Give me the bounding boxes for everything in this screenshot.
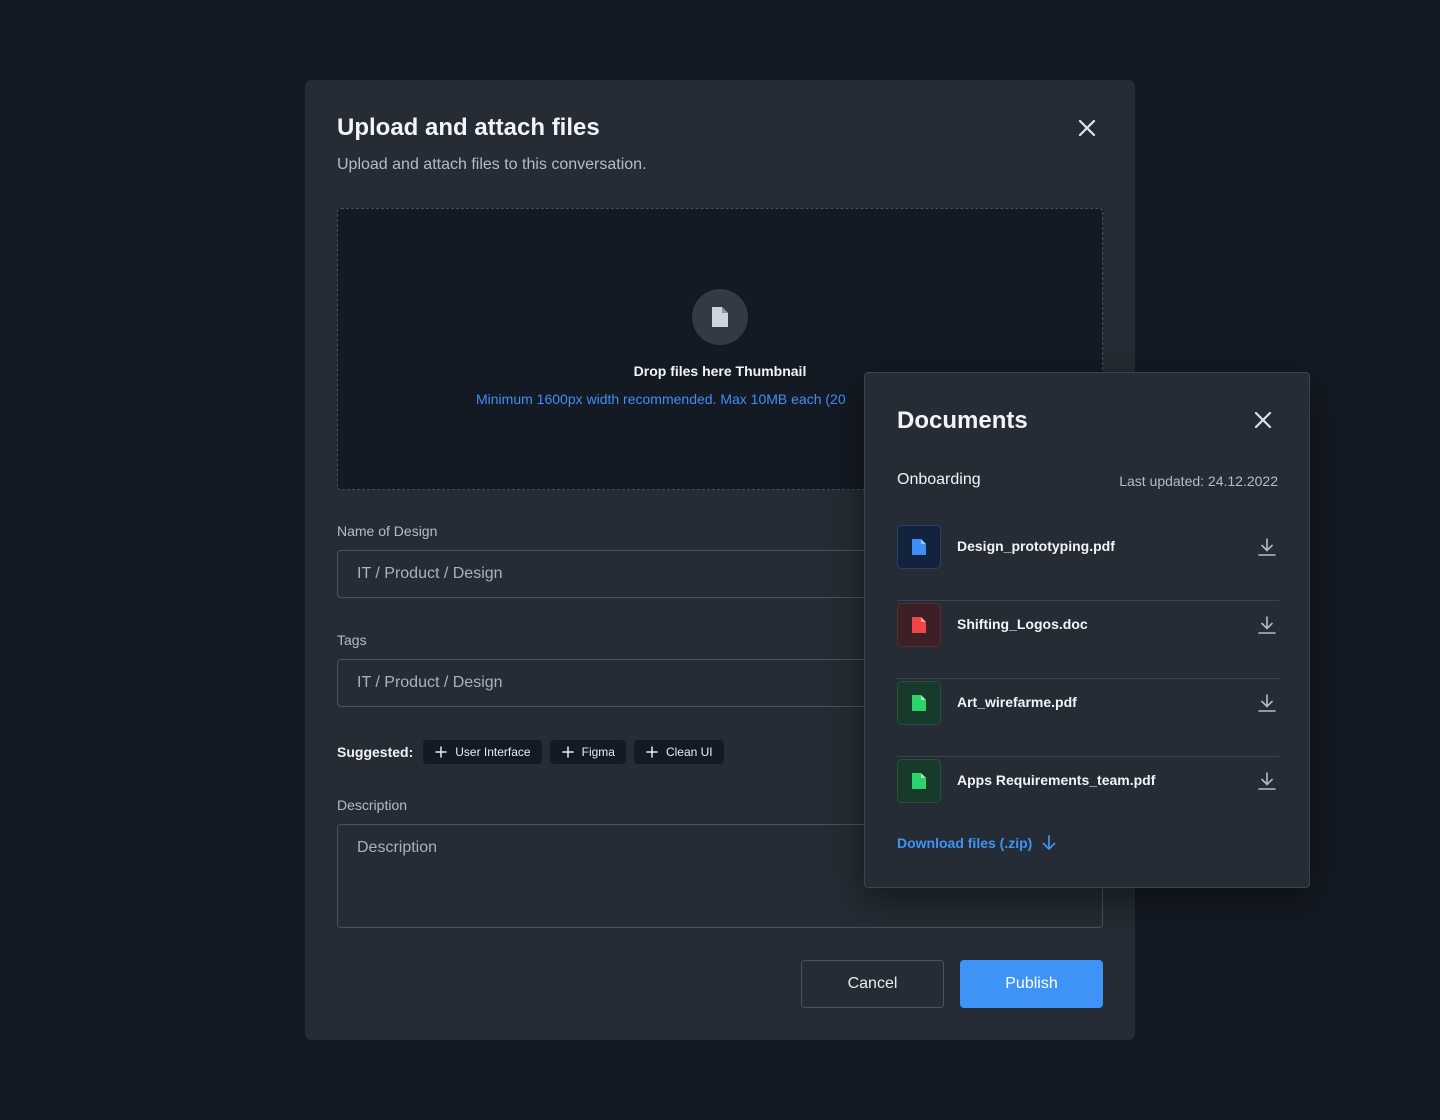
modal-close-button[interactable] xyxy=(1073,114,1101,142)
file-icon xyxy=(912,695,926,711)
document-icon-badge xyxy=(897,525,941,569)
chip-label: Figma xyxy=(581,745,615,759)
modal-subtitle: Upload and attach files to this conversa… xyxy=(337,156,647,173)
documents-panel: Documents Onboarding Last updated: 24.12… xyxy=(864,372,1310,888)
document-list: Design_prototyping.pdf Shifting_Logos.do… xyxy=(897,523,1279,835)
download-button[interactable] xyxy=(1255,535,1279,559)
last-updated: Last updated: 24.12.2022 xyxy=(1119,473,1278,489)
download-icon xyxy=(1258,616,1276,634)
download-button[interactable] xyxy=(1255,691,1279,715)
download-button[interactable] xyxy=(1255,613,1279,637)
file-icon xyxy=(912,773,926,789)
document-name: Art_wirefarme.pdf xyxy=(957,694,1077,710)
plus-icon xyxy=(646,746,658,758)
plus-icon xyxy=(561,746,574,758)
file-icon xyxy=(912,617,926,633)
download-button[interactable] xyxy=(1255,769,1279,793)
arrow-down-icon xyxy=(1042,835,1056,850)
download-zip-label: Download files (.zip) xyxy=(897,835,1033,851)
document-name: Shifting_Logos.doc xyxy=(957,616,1088,632)
publish-button[interactable]: Publish xyxy=(960,960,1103,1008)
suggested-chip[interactable]: User Interface xyxy=(423,740,542,764)
suggested-tags: Suggested: User Interface Figma Clean UI xyxy=(337,740,724,764)
document-item[interactable]: Design_prototyping.pdf xyxy=(897,523,1279,601)
document-icon-badge xyxy=(897,681,941,725)
description-field-label: Description xyxy=(337,797,408,813)
close-icon xyxy=(1254,411,1272,429)
tags-field-label: Tags xyxy=(337,632,367,648)
file-icon xyxy=(912,539,926,555)
download-icon xyxy=(1258,694,1276,712)
chip-label: Clean UI xyxy=(665,745,713,759)
suggested-chip[interactable]: Clean UI xyxy=(633,740,724,764)
download-icon xyxy=(1258,538,1276,556)
document-item[interactable]: Shifting_Logos.doc xyxy=(897,601,1279,679)
document-icon-badge xyxy=(897,603,941,647)
suggested-label: Suggested: xyxy=(337,744,414,760)
modal-title: Upload and attach files xyxy=(337,114,600,141)
document-item[interactable]: Apps Requirements_team.pdf xyxy=(897,757,1279,835)
close-icon xyxy=(1078,119,1096,137)
documents-title: Documents xyxy=(897,407,1028,434)
download-zip-link[interactable]: Download files (.zip) xyxy=(897,835,1056,851)
plus-icon xyxy=(435,746,447,758)
file-icon xyxy=(712,307,728,327)
cancel-button[interactable]: Cancel xyxy=(801,960,944,1008)
dropzone-hint: Minimum 1600px width recommended. Max 10… xyxy=(476,391,846,407)
download-icon xyxy=(1258,772,1276,790)
dropzone-icon xyxy=(692,289,748,345)
document-icon-badge xyxy=(897,759,941,803)
documents-section-title: Onboarding xyxy=(897,471,981,488)
document-name: Apps Requirements_team.pdf xyxy=(957,772,1156,788)
name-field-label: Name of Design xyxy=(337,523,438,539)
document-name: Design_prototyping.pdf xyxy=(957,538,1115,554)
chip-label: User Interface xyxy=(455,745,531,759)
suggested-chip[interactable]: Figma xyxy=(549,740,626,764)
documents-close-button[interactable] xyxy=(1249,406,1277,434)
document-item[interactable]: Art_wirefarme.pdf xyxy=(897,679,1279,757)
